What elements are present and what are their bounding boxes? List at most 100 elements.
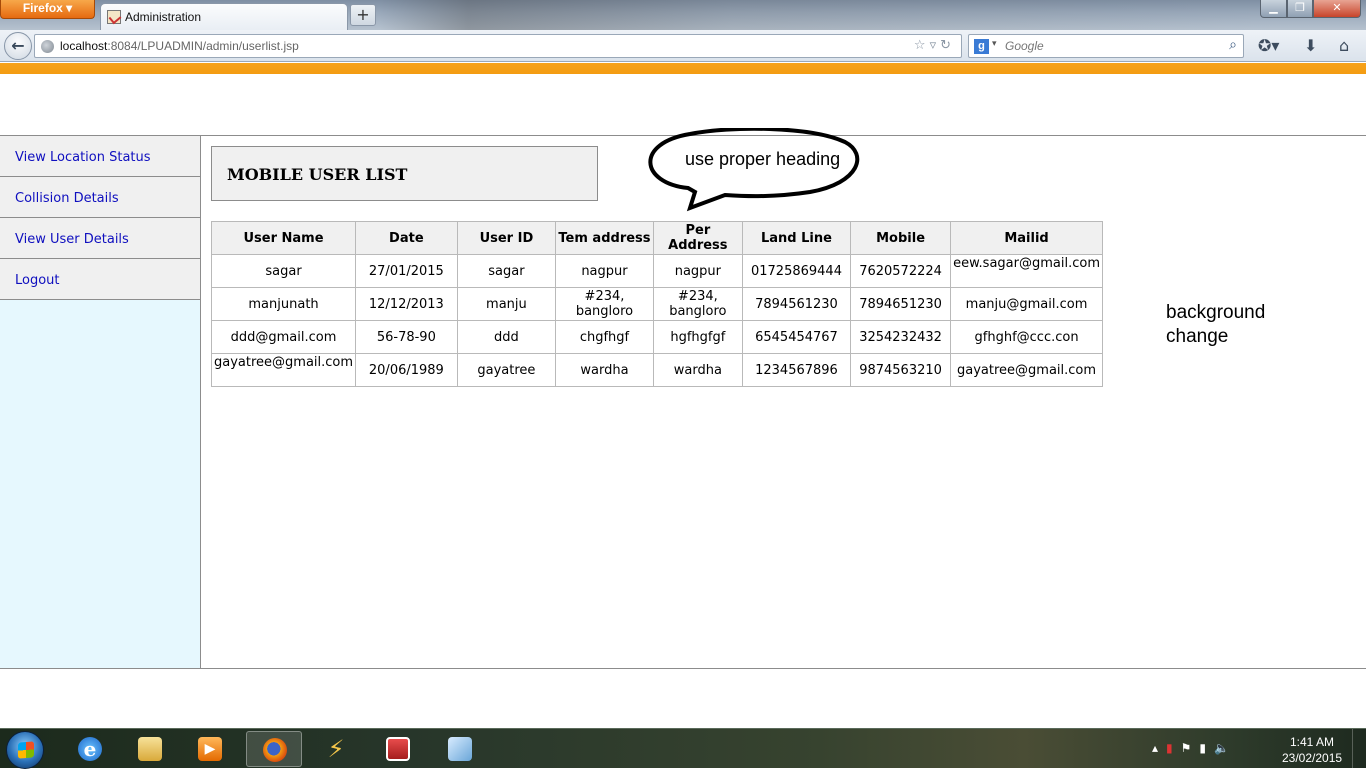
flag-icon[interactable]: ⚑: [1181, 741, 1200, 755]
titlebar-background: [380, 0, 1260, 30]
taskbar-media-player[interactable]: ▶: [182, 731, 238, 767]
close-window-button[interactable]: ✕: [1313, 0, 1361, 18]
table-header-row: User Name Date User ID Tem address Per A…: [210, 221, 1103, 255]
table-cell: manju@gmail.com: [950, 287, 1103, 321]
table-cell: 01725869444: [741, 254, 852, 288]
power-icon[interactable]: ▮: [1199, 741, 1214, 755]
table-cell: manjunath: [210, 287, 357, 321]
column-header: Tem address: [555, 221, 654, 255]
table-cell: 12/12/2013: [355, 287, 458, 321]
sidebar: View Location Status Collision Details V…: [0, 136, 201, 668]
google-icon[interactable]: g: [974, 39, 989, 54]
table-cell: gayatree: [456, 353, 557, 387]
download-icon[interactable]: ⬇: [1304, 36, 1317, 55]
internet-explorer-icon: e: [78, 737, 102, 761]
home-icon[interactable]: ⌂: [1339, 36, 1349, 55]
navigation-toolbar: ← localhost:8084/LPUADMIN/admin/userlist…: [0, 30, 1366, 62]
table-row: gayatree@gmail.com 20/06/1989 gayatree w…: [210, 353, 1103, 387]
table-cell: wardha: [555, 353, 654, 387]
table-cell: 7894561230: [741, 287, 852, 321]
page-title-box: MOBILE USER LIST: [211, 146, 598, 201]
app-red-icon: [386, 737, 410, 761]
sidebar-item-logout[interactable]: Logout: [0, 259, 200, 300]
url-path: :8084/LPUADMIN/admin/userlist.jsp: [107, 39, 299, 53]
cube-icon: [448, 737, 472, 761]
taskbar-app-cube[interactable]: [432, 731, 488, 767]
url-text[interactable]: localhost:8084/LPUADMIN/admin/userlist.j…: [60, 39, 299, 53]
media-player-icon: ▶: [198, 737, 222, 761]
windows-taskbar: e ▶ ⚡ ▴▮⚑▮🔈 1:41 AM 23/02/2015: [0, 728, 1366, 769]
start-button-icon[interactable]: [6, 731, 44, 769]
url-actions: ☆▿↻: [914, 38, 955, 53]
table-cell: nagpur: [652, 254, 743, 288]
tray-expand-icon[interactable]: ▴: [1152, 741, 1166, 755]
clock-time: 1:41 AM: [1289, 735, 1335, 749]
table-cell: chgfhgf: [555, 320, 654, 354]
table-cell: #234, bangloro: [555, 287, 654, 321]
clock[interactable]: 1:41 AM 23/02/2015: [1282, 734, 1342, 766]
volume-icon[interactable]: 🔈: [1214, 741, 1237, 755]
page-body: View Location Status Collision Details V…: [0, 74, 1366, 728]
minimize-button[interactable]: ▁: [1260, 0, 1287, 18]
signal-icon[interactable]: ▮: [1166, 741, 1181, 755]
page-title: MOBILE USER LIST: [227, 165, 408, 184]
table-cell: gayatree@gmail.com: [950, 353, 1103, 387]
star-icon[interactable]: ☆: [914, 38, 930, 53]
table-row: ddd@gmail.com 56-78-90 ddd chgfhgf hgfhg…: [210, 320, 1103, 354]
footer-divider: [0, 668, 1366, 669]
lightning-icon: ⚡: [327, 735, 345, 763]
dropdown-icon[interactable]: ▿: [930, 38, 941, 53]
sidebar-item-collision-details[interactable]: Collision Details: [0, 177, 200, 218]
bookmarks-icon[interactable]: ✪▾: [1258, 36, 1279, 55]
firefox-icon: [263, 738, 287, 762]
url-host: localhost: [60, 39, 108, 53]
tab-administration[interactable]: Administration: [100, 3, 348, 30]
taskbar-firefox[interactable]: [246, 731, 302, 767]
tab-title: Administration: [125, 10, 202, 24]
firefox-menu-button[interactable]: Firefox ▾: [0, 0, 95, 19]
url-bar[interactable]: localhost:8084/LPUADMIN/admin/userlist.j…: [34, 34, 962, 58]
column-header: Mobile: [850, 221, 952, 255]
clock-date: 23/02/2015: [1282, 751, 1343, 765]
maximize-button[interactable]: ❐: [1287, 0, 1313, 18]
column-header: Per Address: [652, 221, 743, 255]
system-tray: ▴▮⚑▮🔈: [1152, 741, 1237, 755]
annotation-note-line: background: [1166, 302, 1266, 323]
annotation-note-line: change: [1166, 326, 1229, 347]
table-cell: gayatree@gmail.com: [210, 353, 357, 387]
table-cell: 56-78-90: [355, 320, 458, 354]
chevron-down-icon[interactable]: ▾: [992, 39, 997, 49]
annotation-bubble-text: use proper heading: [685, 149, 841, 169]
show-desktop-button[interactable]: [1352, 729, 1366, 769]
table-cell: 7620572224: [850, 254, 952, 288]
table-row: manjunath 12/12/2013 manju #234, banglor…: [210, 287, 1103, 321]
page-header: [0, 74, 1366, 136]
table-cell: eew.sagar@gmail.com: [950, 254, 1103, 288]
table-cell: manju: [456, 287, 557, 321]
table-cell: nagpur: [555, 254, 654, 288]
table-cell: ddd: [456, 320, 557, 354]
taskbar-app-bolt[interactable]: ⚡: [308, 731, 364, 767]
table-cell: wardha: [652, 353, 743, 387]
firefox-menu-label: Firefox: [22, 1, 63, 15]
browser-titlebar: Firefox ▾ Administration + ▁ ❐ ✕: [0, 0, 1366, 30]
sidebar-item-view-user-details[interactable]: View User Details: [0, 218, 200, 259]
back-arrow-icon[interactable]: ←: [4, 32, 32, 60]
taskbar-app-red[interactable]: [370, 731, 426, 767]
new-tab-button[interactable]: +: [350, 4, 376, 26]
column-header: User Name: [210, 221, 357, 255]
table-cell: 20/06/1989: [355, 353, 458, 387]
table-cell: sagar: [456, 254, 557, 288]
taskbar-explorer[interactable]: [122, 731, 178, 767]
search-placeholder: Google: [1005, 39, 1044, 53]
table-cell: 7894651230: [850, 287, 952, 321]
search-bar[interactable]: g ▾ Google ⌕: [968, 34, 1244, 58]
taskbar-internet-explorer[interactable]: e: [62, 731, 118, 767]
page-header-band: [0, 63, 1366, 74]
folder-icon: [138, 737, 162, 761]
search-icon[interactable]: ⌕: [1229, 37, 1237, 53]
reload-icon[interactable]: ↻: [940, 38, 955, 53]
page-favicon-icon: [107, 10, 121, 24]
sidebar-item-view-location-status[interactable]: View Location Status: [0, 136, 200, 177]
table-cell: 27/01/2015: [355, 254, 458, 288]
